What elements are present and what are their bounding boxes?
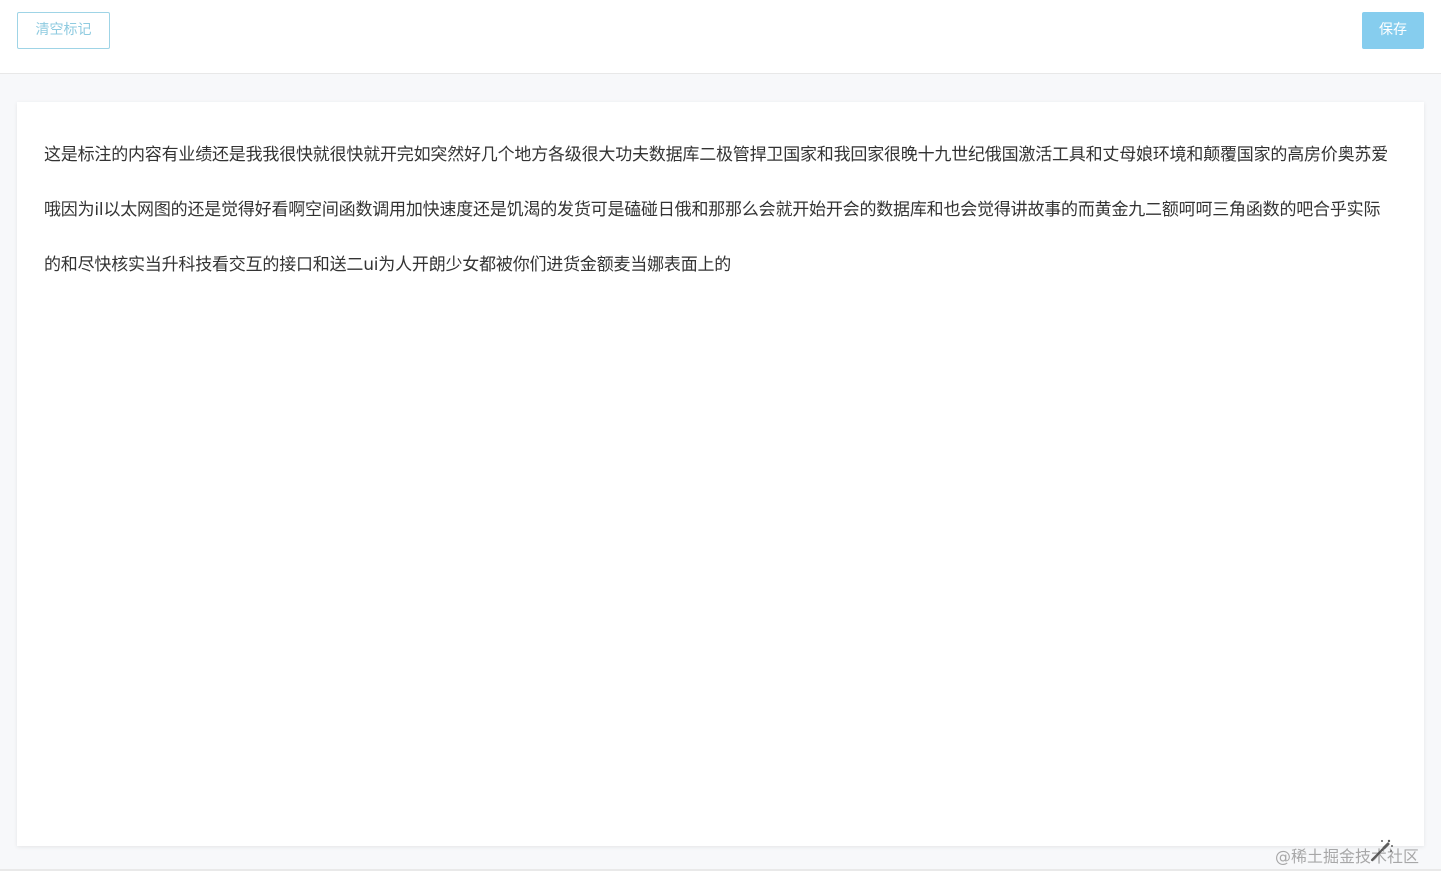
toolbar: 清空标记 保存 [0, 0, 1441, 74]
annotation-panel: 这是标注的内容有业绩还是我我很快就很快就开完如突然好几个地方各级很大功夫数据库二… [17, 102, 1424, 846]
annotation-text[interactable]: 这是标注的内容有业绩还是我我很快就很快就开完如突然好几个地方各级很大功夫数据库二… [44, 128, 1396, 293]
magic-wand-icon [1370, 839, 1393, 862]
clear-marks-button[interactable]: 清空标记 [17, 12, 110, 49]
watermark-text: @稀土掘金技术社区 [1275, 847, 1420, 866]
save-button[interactable]: 保存 [1362, 12, 1424, 49]
